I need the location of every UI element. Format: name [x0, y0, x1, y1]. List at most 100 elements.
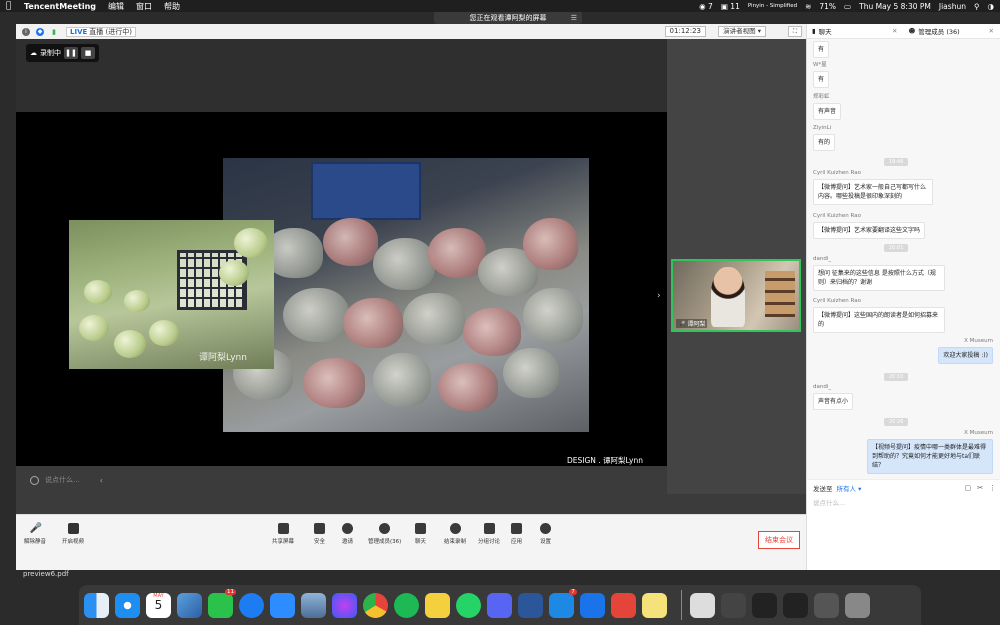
breakout-icon — [483, 523, 495, 534]
file-icon[interactable]: ▢ — [965, 484, 972, 492]
list-item: dandi_ 想问 征集来的这些信息 是按照什么方式（规则）来归档的？谢谢 — [813, 256, 945, 291]
chat-button[interactable]: 聊天 — [415, 523, 426, 545]
wechat-status-icon[interactable]: ◉ 7 — [699, 2, 713, 11]
close-icon[interactable]: ✕ — [989, 27, 994, 35]
share-banner: 您正在观看谭阿梨的屏幕 ☰ — [434, 12, 582, 24]
breakout-rooms-button[interactable]: 分组讨论 — [478, 523, 500, 545]
close-icon[interactable]: ✕ — [892, 27, 897, 35]
cloud-record-icon: ☁ — [30, 49, 37, 57]
pause-recording-button[interactable]: ❚❚ — [64, 47, 78, 59]
unmute-button[interactable]: 🎤 解除静音 — [24, 523, 46, 545]
signal-icon[interactable]: ▮ — [50, 28, 58, 36]
participant-video-tile[interactable]: 🎤 谭阿梨 — [671, 259, 801, 332]
calendar-status-icon[interactable]: ▣ 11 — [721, 2, 740, 11]
end-meeting-button[interactable]: 结束会议 — [758, 531, 800, 549]
photo-vegetable-bags — [223, 158, 589, 432]
more-icon[interactable]: ⋮ — [989, 484, 996, 492]
wechat-icon[interactable]: 11 — [208, 588, 236, 618]
safari-icon[interactable] — [115, 592, 140, 618]
photos-icon[interactable] — [301, 592, 326, 618]
status-area: ◉ 7 ▣ 11 Pinyin - Simplified ≋ 71% ▭ Thu… — [699, 0, 994, 12]
timestamp: 20:26 — [884, 418, 909, 426]
screenshot-icon[interactable]: ✂ — [977, 484, 983, 492]
search-icon[interactable]: ⚲ — [974, 2, 980, 11]
user-name[interactable]: Jiashun — [939, 2, 966, 11]
stop-record-icon — [449, 523, 461, 534]
menu-app-name[interactable]: TencentMeeting — [24, 2, 96, 11]
view-mode-button[interactable]: 演讲者视图 ▾ — [718, 26, 766, 37]
chat-icon — [415, 523, 426, 534]
collapse-chevron-icon[interactable]: ‹ — [100, 476, 103, 485]
input-method-indicator[interactable]: Pinyin - Simplified — [748, 3, 797, 9]
whatsapp-icon[interactable] — [456, 592, 481, 618]
word-icon[interactable] — [518, 592, 543, 618]
menu-edit[interactable]: 编辑 — [108, 1, 124, 12]
tab-chat[interactable]: ▮ 聊天 ✕ — [807, 24, 904, 38]
design-credit: DESIGN . 谭阿梨Lynn — [567, 456, 643, 465]
meeting-toolbar: 🎤 解除静音 开启视频 共享屏幕 安全 邀请 管理成员(36) 聊天 结束录制 … — [16, 514, 806, 570]
info-icon[interactable]: i — [22, 27, 30, 36]
control-center-icon[interactable]: ◑ — [987, 2, 994, 11]
preview-icon[interactable] — [177, 592, 202, 618]
chat-input[interactable]: 说点什么... — [813, 497, 845, 507]
pages-icon[interactable] — [425, 592, 450, 618]
messenger-icon[interactable] — [332, 592, 357, 618]
apps-grid-icon — [511, 523, 522, 534]
start-video-button[interactable]: 开启视频 — [62, 523, 84, 545]
zoom-icon[interactable] — [270, 592, 295, 618]
discord-icon[interactable] — [487, 592, 512, 618]
settings-button[interactable]: 设置 — [540, 523, 551, 545]
clock[interactable]: Thu May 5 8:30 PM — [859, 2, 931, 11]
members-tab-icon: ☻ — [908, 27, 916, 35]
menu-help[interactable]: 帮助 — [164, 1, 180, 12]
banner-menu-icon[interactable]: ☰ — [571, 14, 577, 22]
live-status-text: 直播 (进行中) — [89, 27, 132, 36]
trash-icon[interactable] — [845, 592, 870, 618]
wifi-icon[interactable]: ≋ — [805, 2, 811, 11]
fullscreen-icon[interactable]: ⛶ — [788, 26, 802, 37]
panel-toggle-chevron-icon[interactable]: › — [657, 291, 661, 301]
list-item: Cyril Kuizhen Rao 【微博提问】这些国内的朗读者是如何招募来的 — [813, 298, 945, 333]
timestamp: 19:46 — [884, 158, 909, 166]
stage-chat-input[interactable]: 说点什么... — [45, 475, 80, 485]
live-label: LIVE — [70, 27, 88, 36]
window-thumbnail-icon[interactable] — [814, 592, 839, 618]
mail-icon[interactable]: 7 — [549, 588, 577, 618]
document-thumbnail-icon[interactable] — [690, 592, 715, 618]
apple-icon[interactable]:  — [6, 1, 14, 11]
meeting-window: i ◆ ▮ LIVE 直播 (进行中) 01:12:23 演讲者视图 ▾ ⛶ ☁ … — [16, 24, 1000, 570]
send-to-label: 发送至 — [813, 484, 833, 493]
desktop-file-label[interactable]: preview6.pdf — [23, 570, 69, 578]
participant-name: 🎤 谭阿梨 — [676, 319, 708, 328]
window-thumbnail-icon[interactable] — [721, 592, 746, 618]
shield-icon[interactable]: ◆ — [36, 27, 44, 36]
apps-button[interactable]: 应用 — [511, 523, 522, 545]
send-to-dropdown[interactable]: 所有人 ▾ — [837, 483, 862, 493]
chat-message-list[interactable]: 有 W*星有 郑彩虹 有声音 ZiyinLi 有的 19:46 Cyril Kuiz… — [807, 39, 1000, 479]
stickies-icon[interactable] — [642, 592, 667, 618]
messages-icon[interactable] — [239, 592, 264, 618]
end-recording-button[interactable]: 结束录制 — [444, 523, 466, 545]
stop-recording-button[interactable]: ■ — [81, 47, 95, 59]
security-button[interactable]: 安全 — [314, 523, 325, 545]
list-item: W*星有 — [813, 60, 830, 88]
spotify-icon[interactable] — [394, 592, 419, 618]
manage-members-button[interactable]: 管理成员(36) — [368, 523, 401, 545]
share-screen-button[interactable]: 共享屏幕 — [272, 523, 294, 545]
battery-percent[interactable]: 71% — [819, 2, 836, 11]
invite-button[interactable]: 邀请 — [342, 523, 353, 545]
finder-icon[interactable] — [84, 592, 109, 618]
window-thumbnail-icon[interactable] — [752, 592, 777, 618]
battery-icon: ▭ — [844, 1, 852, 11]
chrome-icon[interactable] — [363, 592, 388, 618]
tab-members[interactable]: ☻ 管理成员 (36) ✕ — [904, 24, 1000, 38]
participant-figure — [711, 267, 745, 327]
list-item: 郑彩虹 有声音 — [813, 92, 842, 120]
live-status-badge[interactable]: LIVE 直播 (进行中) — [66, 26, 136, 37]
tencent-meeting-icon[interactable] — [580, 592, 605, 618]
menu-window[interactable]: 窗口 — [136, 1, 152, 12]
wps-icon[interactable] — [611, 592, 636, 618]
window-thumbnail-icon[interactable] — [783, 592, 808, 618]
emoji-icon[interactable] — [30, 475, 39, 485]
calendar-icon[interactable]: MAY 5 — [146, 592, 171, 618]
